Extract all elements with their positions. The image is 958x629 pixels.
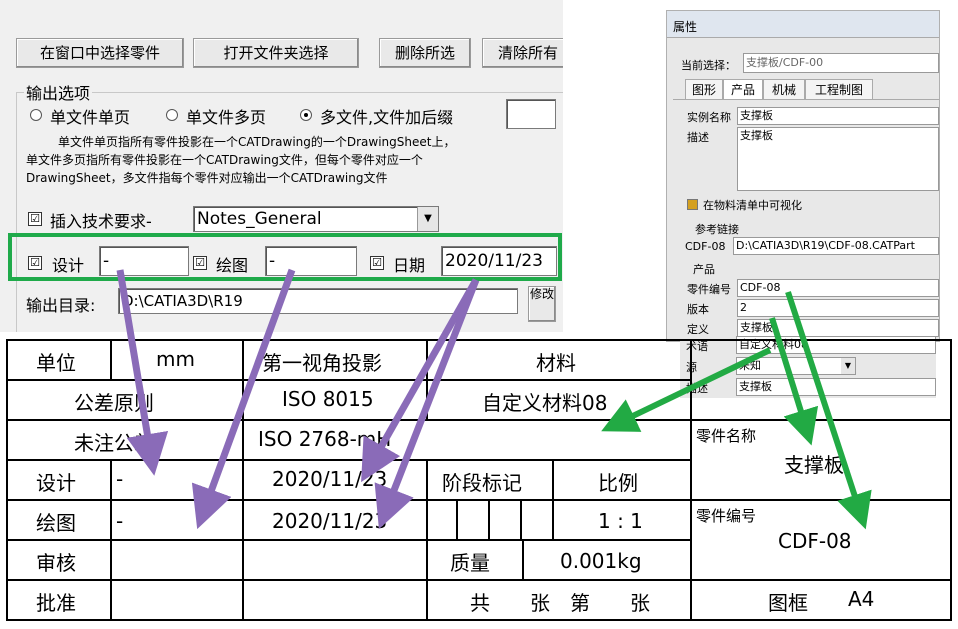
arrow-material xyxy=(601,347,772,432)
arrow-drawing xyxy=(191,268,296,530)
arrow-date-design xyxy=(361,278,480,483)
arrow-design xyxy=(116,269,169,476)
annotation-arrows xyxy=(116,268,872,530)
arrow-date-drawing xyxy=(374,278,480,530)
